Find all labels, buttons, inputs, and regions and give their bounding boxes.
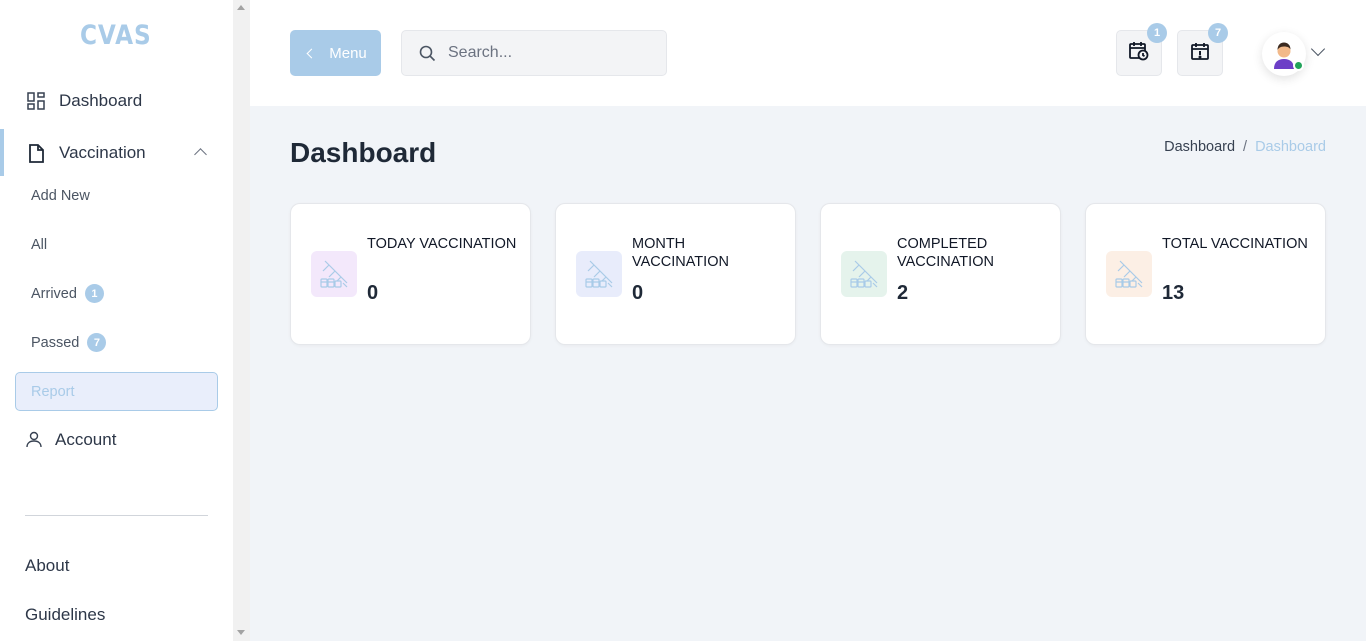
stat-card-value: 2 <box>897 282 909 304</box>
stat-card-title: TOTAL VACCINATION <box>1162 236 1308 252</box>
stat-card-value: 0 <box>632 282 644 304</box>
breadcrumb-current: Dashboard <box>1255 139 1326 155</box>
sidebar-link-guidelines[interactable]: Guidelines <box>25 605 105 625</box>
stat-card-title: TODAY VACCINATION <box>367 236 517 252</box>
subitem-label: Passed <box>31 334 80 351</box>
scroll-down-arrow-icon[interactable] <box>237 630 245 635</box>
breadcrumb: Dashboard / Dashboard <box>1164 139 1326 155</box>
sidebar-subitem-passed[interactable]: Passed 7 <box>31 333 107 352</box>
menu-toggle-button[interactable]: Menu <box>290 30 381 76</box>
scroll-up-arrow-icon[interactable] <box>237 5 245 10</box>
sidebar-item-account[interactable]: Account <box>0 420 233 460</box>
vaccine-icon <box>1106 251 1152 297</box>
calendar-clock-icon <box>1128 40 1150 67</box>
search-box <box>401 30 667 76</box>
breadcrumb-link[interactable]: Dashboard <box>1164 139 1235 155</box>
stat-card-title: MONTH VACCINATION <box>632 236 729 270</box>
breadcrumb-separator: / <box>1243 139 1248 155</box>
file-icon <box>26 143 46 163</box>
notification-count-badge: 1 <box>1147 23 1167 43</box>
vaccine-icon <box>576 251 622 297</box>
calendar-clock-button[interactable]: 1 <box>1116 23 1167 76</box>
stat-card-total[interactable]: TOTAL VACCINATION 13 <box>1085 203 1326 345</box>
menu-label: Menu <box>329 44 367 62</box>
top-header: Menu 1 7 <box>250 0 1366 106</box>
user-avatar[interactable] <box>1262 32 1306 76</box>
online-status-dot <box>1293 60 1304 71</box>
stat-card-month[interactable]: MONTH VACCINATION 0 <box>555 203 796 345</box>
chevron-down-icon[interactable] <box>1310 41 1326 57</box>
sidebar: CVAS Dashboard Vaccination Add New All A… <box>0 0 233 641</box>
user-icon <box>24 430 44 450</box>
subitem-label: Report <box>31 383 75 400</box>
subitem-label: Add New <box>31 188 90 204</box>
calendar-alert-button[interactable]: 7 <box>1177 23 1228 76</box>
subitem-label: Arrived <box>31 285 77 302</box>
sidebar-item-label: Vaccination <box>59 143 146 162</box>
grid-icon <box>26 91 46 111</box>
vaccine-icon <box>311 251 357 297</box>
page-title: Dashboard <box>290 137 437 168</box>
sidebar-subitem-arrived[interactable]: Arrived 1 <box>31 284 104 303</box>
calendar-alert-icon <box>1190 41 1210 66</box>
stat-card-title: COMPLETED VACCINATION <box>897 236 994 270</box>
app-logo[interactable]: CVAS <box>80 20 152 51</box>
search-input[interactable] <box>448 44 648 62</box>
chevron-left-icon <box>306 48 317 58</box>
stat-card-value: 0 <box>367 282 379 304</box>
vaccine-icon <box>841 251 887 297</box>
stat-card-value: 13 <box>1162 282 1185 304</box>
subitem-label: All <box>31 237 48 253</box>
sidebar-divider <box>25 515 208 516</box>
count-badge: 1 <box>84 284 104 303</box>
stat-card-completed[interactable]: COMPLETED VACCINATION 2 <box>820 203 1061 345</box>
stat-card-today[interactable]: TODAY VACCINATION 0 <box>290 203 531 345</box>
search-icon <box>418 44 436 62</box>
sidebar-item-dashboard[interactable]: Dashboard <box>0 81 233 121</box>
sidebar-subitem-all[interactable]: All <box>31 237 47 253</box>
sidebar-scrollbar[interactable] <box>233 0 250 641</box>
sidebar-link-about[interactable]: About <box>25 556 69 576</box>
sidebar-item-label: Dashboard <box>59 91 143 110</box>
count-badge: 7 <box>87 333 107 352</box>
notification-count-badge: 7 <box>1208 23 1228 43</box>
sidebar-item-label: Account <box>55 430 117 449</box>
sidebar-subitem-report[interactable]: Report <box>15 372 218 411</box>
sidebar-subitem-add-new[interactable]: Add New <box>31 188 90 204</box>
